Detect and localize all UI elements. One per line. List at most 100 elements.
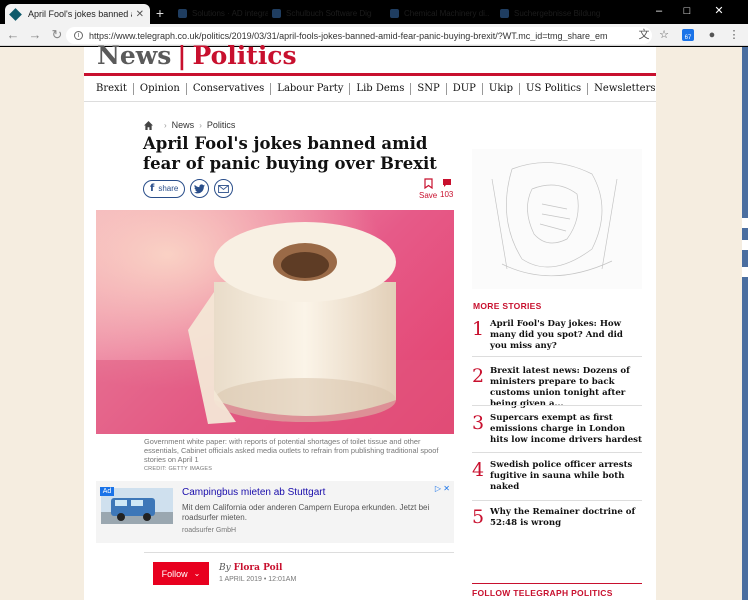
more-stories-title: MORE STORIES xyxy=(473,301,542,311)
close-window-icon[interactable]: ✕ xyxy=(712,4,726,18)
breadcrumb-news[interactable]: News xyxy=(172,120,195,130)
nav-item-ukip[interactable]: Ukip xyxy=(483,83,521,95)
facebook-share-button[interactable]: f share xyxy=(143,179,186,198)
page-margin xyxy=(0,47,6,600)
tab-favicon-icon xyxy=(272,8,281,18)
ad-source: roadsurfer GmbH xyxy=(182,527,237,534)
story-divider xyxy=(472,356,642,357)
hero-image xyxy=(96,210,454,434)
forward-arrow-icon[interactable]: → xyxy=(26,26,44,44)
story-divider xyxy=(472,452,642,453)
comments-button[interactable]: 103 xyxy=(440,178,453,199)
save-button[interactable]: Save xyxy=(419,178,437,200)
story-divider xyxy=(472,500,642,501)
minimize-icon[interactable]: – xyxy=(652,4,666,18)
breadcrumb-separator: › xyxy=(164,120,167,130)
masthead-rule xyxy=(84,73,656,76)
browser-tab[interactable]: Chemical Machinery di... xyxy=(390,6,490,20)
story-item[interactable]: 5 Why the Remainer doctrine of 52:48 is … xyxy=(472,507,642,529)
story-item[interactable]: 2 Brexit latest news: Dozens of minister… xyxy=(472,366,642,410)
story-number: 5 xyxy=(472,506,485,528)
story-link[interactable]: Why the Remainer doctrine of 52:48 is wr… xyxy=(490,507,642,529)
twitter-share-button[interactable] xyxy=(190,179,210,198)
twitter-icon xyxy=(194,183,206,193)
follow-button[interactable]: Follow ⌄ xyxy=(153,562,209,585)
story-link[interactable]: Swedish police officer arrests fugitive … xyxy=(490,460,642,493)
desktop-fragment xyxy=(742,240,748,250)
share-bar: f share xyxy=(143,179,234,198)
masthead-politics-link[interactable]: Politics xyxy=(192,41,296,70)
section-nav: Brexit Opinion Conservatives Labour Part… xyxy=(96,83,662,95)
tab-close-icon[interactable]: ✕ xyxy=(136,9,144,20)
byline-prefix: By xyxy=(219,563,231,573)
browser-tab[interactable]: Solutions · AD integration xyxy=(178,6,268,20)
follow-label: Follow xyxy=(161,568,188,579)
image-credit: CREDIT: GETTY IMAGES xyxy=(144,466,213,472)
desktop-edge xyxy=(742,47,748,600)
browser-tab[interactable]: Suchergebnisse Bildung xyxy=(500,6,600,20)
section-masthead: News | Politics xyxy=(97,41,297,70)
browser-tab[interactable]: Schulbuch Software Digital xyxy=(272,6,372,20)
sketch-illustration xyxy=(491,162,618,277)
svg-text:67: 67 xyxy=(685,35,692,41)
nav-item-labour[interactable]: Labour Party xyxy=(271,83,351,95)
nav-item-lib-dems[interactable]: Lib Dems xyxy=(350,83,412,95)
extension-icon[interactable]: 67 xyxy=(681,28,695,42)
masthead-news-link[interactable]: News xyxy=(97,41,171,70)
bookmark-icon xyxy=(424,178,433,190)
story-item[interactable]: 1 April Fool's Day jokes: How many did y… xyxy=(472,319,642,352)
menu-dots-icon[interactable]: ⋮ xyxy=(727,28,741,42)
follow-telegraph-politics[interactable]: FOLLOW TELEGRAPH POLITICS xyxy=(472,583,642,598)
story-number: 2 xyxy=(472,365,485,387)
story-link[interactable]: April Fool's Day jokes: How many did you… xyxy=(490,319,642,352)
masthead-separator: | xyxy=(177,41,187,70)
article-headline: April Fool's jokes banned amid fear of p… xyxy=(143,134,437,173)
translate-icon[interactable]: 文 xyxy=(637,28,651,42)
nav-item-dup[interactable]: DUP xyxy=(447,83,483,95)
telegraph-favicon-icon xyxy=(9,7,22,21)
tab-favicon-icon xyxy=(178,8,187,18)
byline-divider xyxy=(144,552,454,553)
story-link[interactable]: Supercars exempt as first emissions char… xyxy=(490,413,642,446)
new-tab-button[interactable]: + xyxy=(152,5,168,21)
breadcrumb-politics[interactable]: Politics xyxy=(207,120,236,130)
profile-avatar-icon[interactable]: ● xyxy=(705,28,719,42)
maximize-icon[interactable]: □ xyxy=(680,4,694,18)
byline: By Flora Poil xyxy=(219,563,282,573)
ad-close-icon[interactable]: ▷ ✕ xyxy=(435,484,450,493)
url-text: https://www.telegraph.co.uk/politics/201… xyxy=(89,30,608,41)
comment-icon xyxy=(442,179,451,187)
author-link[interactable]: Flora Poil xyxy=(234,563,283,573)
browser-tab-strip: April Fool's jokes banned amid f ✕ + Sol… xyxy=(0,0,748,24)
reload-icon[interactable]: ↻ xyxy=(48,26,66,44)
nav-item-newsletters[interactable]: Newsletters xyxy=(588,83,661,95)
image-caption: Government white paper: with reports of … xyxy=(144,437,454,474)
sidebar-ad[interactable] xyxy=(472,149,642,289)
comment-count: 103 xyxy=(440,190,454,199)
ad-badge: Ad xyxy=(100,487,114,496)
envelope-icon xyxy=(218,184,230,193)
back-arrow-icon[interactable]: ← xyxy=(4,26,22,44)
nav-item-conservatives[interactable]: Conservatives xyxy=(187,83,272,95)
ad-title[interactable]: Campingbus mieten ab Stuttgart xyxy=(182,487,325,498)
nav-item-opinion[interactable]: Opinion xyxy=(134,83,187,95)
nav-item-brexit[interactable]: Brexit xyxy=(96,83,134,95)
share-label: share xyxy=(158,184,179,193)
email-share-button[interactable] xyxy=(214,179,234,198)
publish-date: 1 APRIL 2019 • 12:01AM xyxy=(219,576,297,583)
tab-favicon-icon xyxy=(500,8,509,18)
browser-tab-active[interactable]: April Fool's jokes banned amid f ✕ xyxy=(5,4,150,24)
breadcrumb: › News › Politics xyxy=(144,120,235,130)
save-label: Save xyxy=(419,191,438,200)
bookmark-star-icon[interactable]: ☆ xyxy=(657,28,671,42)
nav-item-snp[interactable]: SNP xyxy=(411,83,447,95)
ad-description: Mit dem California oder anderen Campern … xyxy=(182,503,430,522)
story-item[interactable]: 3 Supercars exempt as first emissions ch… xyxy=(472,413,642,446)
advertisement[interactable]: Ad Campingbus mieten ab Stuttgart Mit de… xyxy=(96,481,454,543)
story-divider xyxy=(472,405,642,406)
story-item[interactable]: 4 Swedish police officer arrests fugitiv… xyxy=(472,460,642,493)
nav-item-us-politics[interactable]: US Politics xyxy=(520,83,589,95)
home-icon[interactable] xyxy=(144,120,153,130)
info-icon[interactable]: i xyxy=(74,31,83,40)
story-link[interactable]: Brexit latest news: Dozens of ministers … xyxy=(490,366,642,410)
